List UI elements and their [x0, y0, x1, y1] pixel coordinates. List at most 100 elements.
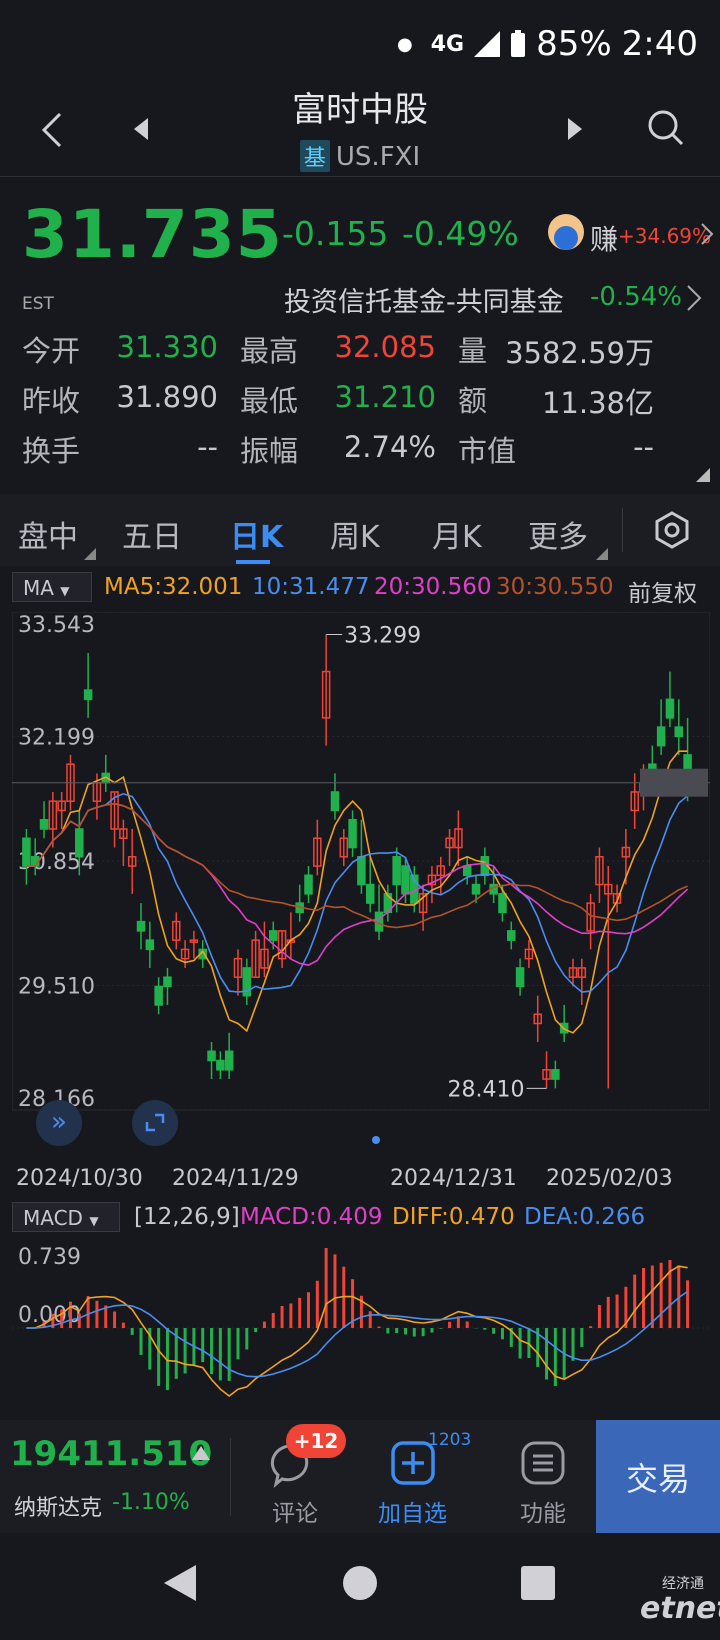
- tab-intraday[interactable]: 盘中: [18, 512, 78, 556]
- candle-body: [656, 726, 666, 747]
- candle-body: [145, 939, 155, 951]
- tab-weekly-k[interactable]: 周K: [330, 512, 380, 556]
- price-adjust-toggle[interactable]: 前复权: [628, 574, 697, 608]
- ma-selector-label: MA: [23, 576, 54, 600]
- chart-settings-icon[interactable]: [652, 510, 692, 550]
- page-title: 富时中股: [292, 90, 428, 130]
- expand-corner-icon[interactable]: [696, 468, 710, 482]
- network-label: 4G: [430, 31, 465, 57]
- nav-recents-icon[interactable]: [520, 1565, 556, 1601]
- candle-body: [269, 930, 278, 941]
- fullscreen-icon[interactable]: [132, 1100, 178, 1146]
- candle-body: [330, 791, 340, 812]
- watch-label[interactable]: 加自选: [378, 1494, 447, 1528]
- nav-back-icon[interactable]: [162, 1563, 198, 1603]
- candle-body: [462, 865, 472, 877]
- stat-label: 昨收: [22, 384, 81, 418]
- battery-icon: [511, 30, 526, 57]
- ma10-line: [26, 792, 689, 993]
- last-price-tag: [640, 768, 708, 797]
- status-bar: ● 4G 85% 2:40: [0, 0, 720, 92]
- candle-body: [216, 1059, 225, 1071]
- notification-dot-icon: ●: [396, 33, 413, 55]
- signal-icon: [474, 31, 501, 57]
- trade-button[interactable]: 交易: [596, 1420, 720, 1533]
- ma10-value: 10:31.477: [252, 574, 370, 600]
- index-name: 纳斯达克: [14, 1496, 103, 1521]
- candle-body: [75, 828, 84, 858]
- watch-count: 1203: [428, 1430, 472, 1450]
- functions-label[interactable]: 功能: [520, 1494, 566, 1528]
- chevron-right-icon[interactable]: [700, 222, 714, 246]
- candle-body: [357, 856, 366, 886]
- stat-value: 11.38亿: [541, 386, 654, 420]
- candle-body: [163, 976, 172, 988]
- stat-label: 最低: [240, 384, 299, 418]
- system-nav-bar: etnet 经济通: [0, 1533, 720, 1640]
- macd-selector[interactable]: MACD ▼: [12, 1202, 120, 1232]
- index-value[interactable]: 19411.510: [10, 1434, 212, 1474]
- scroll-to-latest-icon[interactable]: »: [36, 1100, 82, 1146]
- earn-label[interactable]: 赚: [590, 218, 618, 258]
- stat-value: 31.890: [116, 380, 218, 414]
- price-change-pct: -0.49%: [402, 214, 519, 253]
- stat-value: 31.330: [116, 330, 218, 364]
- ma-selector[interactable]: MA ▼: [12, 572, 92, 602]
- y-tick-label: 29.510: [18, 975, 95, 1000]
- fund-badge: 基: [299, 140, 330, 172]
- watermark-text: 经济通: [662, 1576, 704, 1592]
- candle-body: [154, 985, 163, 1006]
- stat-value: 31.210: [334, 380, 436, 414]
- macd-chart[interactable]: 0.7390.000: [12, 1238, 710, 1420]
- tab-monthly-k[interactable]: 月K: [432, 512, 482, 556]
- tab-five-day[interactable]: 五日: [122, 512, 182, 556]
- candle-body: [498, 893, 507, 914]
- index-pct: -1.10%: [112, 1490, 190, 1515]
- x-tick-label: 2024/10/30: [16, 1166, 143, 1191]
- candle-body: [392, 856, 401, 886]
- dropdown-corner-icon: [84, 548, 96, 560]
- candlestick-chart[interactable]: 33.54332.19930.85429.51028.16633.29928.4…: [12, 612, 710, 1160]
- candle-body: [348, 818, 357, 849]
- tab-daily-k[interactable]: 日K: [230, 512, 283, 556]
- comment-label[interactable]: 评论: [272, 1494, 318, 1528]
- candle-body: [507, 930, 516, 941]
- candle-body: [471, 883, 481, 895]
- candle-body: [22, 837, 31, 867]
- nav-home-icon[interactable]: [342, 1565, 378, 1601]
- stat-label: 换手: [22, 434, 81, 468]
- ma30-line: [26, 802, 688, 929]
- earn-pct[interactable]: +34.69%: [618, 224, 711, 248]
- candle-body: [551, 1069, 560, 1080]
- x-tick-label: 2024/11/29: [172, 1166, 299, 1191]
- next-stock-icon[interactable]: [562, 114, 586, 144]
- macd-value: MACD:0.409: [240, 1204, 383, 1230]
- stat-value: 2.74%: [343, 430, 436, 464]
- stat-label: 额: [458, 384, 488, 418]
- tab-more[interactable]: 更多: [528, 512, 588, 556]
- search-icon[interactable]: [646, 108, 686, 148]
- y-tick-label: 32.199: [18, 725, 95, 750]
- sector-name[interactable]: 投资信托基金-共同基金: [284, 280, 564, 319]
- x-tick-label: 2025/02/03: [546, 1166, 673, 1191]
- max-label: 33.299: [344, 624, 421, 649]
- symbol-line: 基 US.FXI: [0, 140, 720, 172]
- ma20-value: 20:30.560: [374, 574, 492, 600]
- timezone-label: EST: [22, 294, 54, 314]
- avatar[interactable]: [548, 214, 584, 250]
- candle-body: [207, 1050, 216, 1062]
- y-tick-label: 33.543: [18, 613, 95, 638]
- page-indicator-dot: [372, 1136, 380, 1144]
- battery-level: 85%: [536, 24, 612, 64]
- candle-body: [39, 818, 49, 830]
- caret-up-icon[interactable]: [192, 1446, 210, 1460]
- x-tick-label: 2024/12/31: [390, 1166, 517, 1191]
- candle-body: [83, 689, 93, 701]
- menu-functions-icon[interactable]: [520, 1440, 566, 1486]
- chevron-right-icon[interactable]: [686, 284, 702, 312]
- stat-label: 今开: [22, 334, 81, 368]
- chart-period-tabs: 盘中 五日 日K 周K 月K 更多: [0, 494, 720, 566]
- dropdown-corner-icon: [596, 548, 608, 560]
- sector-pct[interactable]: -0.54%: [590, 282, 682, 312]
- stat-label: 量: [458, 334, 488, 368]
